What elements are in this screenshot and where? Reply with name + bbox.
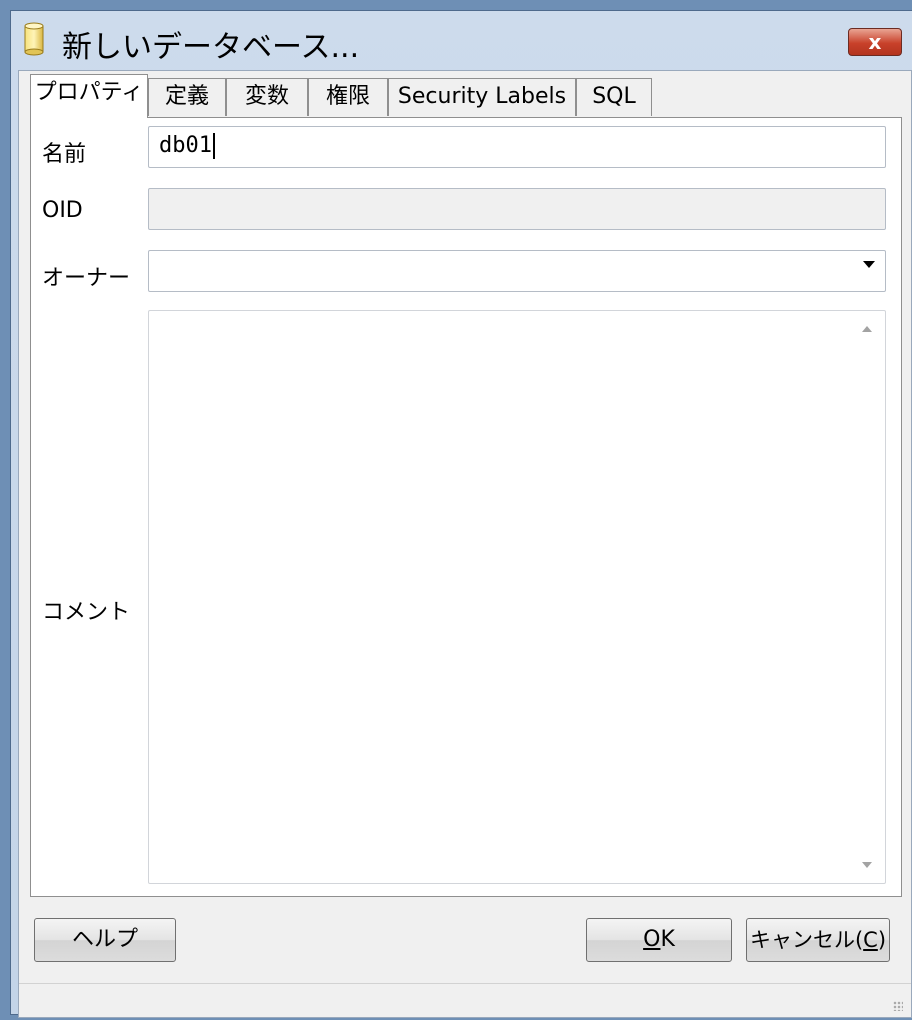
cancel-mnemonic: C xyxy=(863,928,878,952)
tab-variables[interactable]: 変数 xyxy=(226,78,308,116)
owner-dropdown[interactable] xyxy=(148,250,886,292)
name-field[interactable]: db01 xyxy=(148,126,886,168)
ok-button[interactable]: OK xyxy=(586,918,732,962)
resize-grip-icon[interactable] xyxy=(893,1001,903,1011)
cancel-button[interactable]: キャンセル(C) xyxy=(746,918,890,962)
tab-label: 変数 xyxy=(244,84,289,109)
tab-label: 権限 xyxy=(325,84,370,109)
status-bar xyxy=(19,983,911,1017)
database-icon xyxy=(24,22,44,56)
comment-label: コメント xyxy=(42,600,131,625)
name-value: db01 xyxy=(159,133,212,158)
owner-label: オーナー xyxy=(42,266,131,291)
window: 新しいデータベース... x プロパティ 定義 変数 権限 Security L… xyxy=(0,0,912,1020)
cancel-label-suffix: ) xyxy=(877,928,887,952)
tab-definition[interactable]: 定義 xyxy=(148,78,226,116)
close-button[interactable]: x xyxy=(848,28,902,56)
close-icon: x xyxy=(868,30,882,54)
scroll-down-icon[interactable] xyxy=(862,862,872,868)
name-label: 名前 xyxy=(42,142,87,167)
oid-field xyxy=(148,188,886,230)
tab-label: Security Labels xyxy=(397,84,567,109)
cancel-label: キャンセル( xyxy=(749,928,864,952)
help-button[interactable]: ヘルプ xyxy=(34,918,176,962)
ok-mnemonic: O xyxy=(643,927,661,952)
oid-label: OID xyxy=(42,198,83,223)
scroll-up-icon[interactable] xyxy=(862,326,872,332)
comment-textarea[interactable] xyxy=(148,310,886,884)
window-title: 新しいデータベース... xyxy=(62,30,360,65)
tab-sql[interactable]: SQL xyxy=(576,78,652,116)
tab-label: SQL xyxy=(592,84,636,109)
tab-security-labels[interactable]: Security Labels xyxy=(388,78,576,116)
chevron-down-icon xyxy=(863,261,875,268)
tab-label: プロパティ xyxy=(34,80,144,105)
tab-privileges[interactable]: 権限 xyxy=(308,78,388,116)
tab-label: 定義 xyxy=(164,84,209,109)
ok-label: K xyxy=(660,927,675,952)
text-caret xyxy=(212,133,215,159)
help-button-label: ヘルプ xyxy=(71,927,138,952)
tab-properties[interactable]: プロパティ xyxy=(30,74,148,118)
